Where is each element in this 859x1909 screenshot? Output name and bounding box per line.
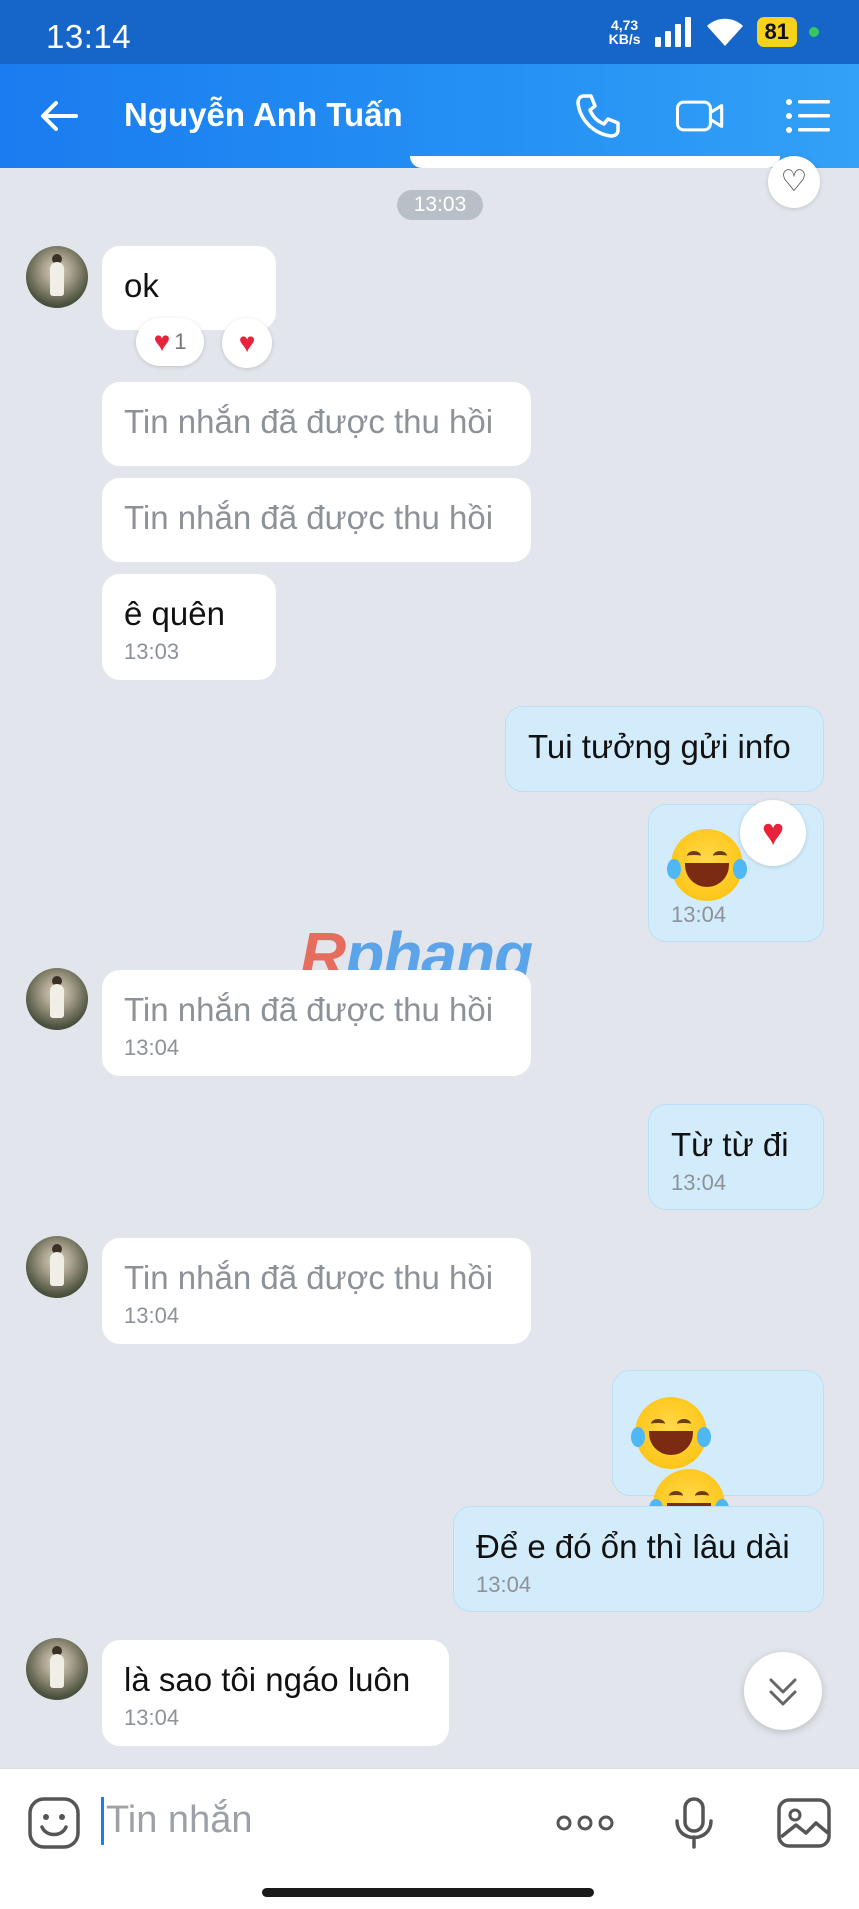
wifi-icon <box>706 18 743 46</box>
avatar[interactable] <box>26 1236 88 1298</box>
mic-icon[interactable] <box>666 1795 722 1851</box>
message-bubble-outgoing[interactable] <box>612 1370 824 1541</box>
revoked-message-text: Tin nhắn đã được thu hồi <box>124 403 494 440</box>
reaction-count: 1 <box>174 329 187 354</box>
menu-list-icon[interactable] <box>782 90 834 142</box>
net-speed-unit: KB/s <box>608 31 641 47</box>
message-bubble-outgoing[interactable]: Tui tưởng gửi info <box>505 706 824 792</box>
message-bubble[interactable]: là sao tôi ngáo luôn 13:04 <box>102 1640 449 1746</box>
message-time: 13:04 <box>671 902 727 927</box>
revoked-message-text: Tin nhắn đã được thu hồi <box>124 499 494 536</box>
home-indicator[interactable] <box>262 1888 594 1897</box>
message-input[interactable]: Tin nhắn <box>106 1799 252 1842</box>
message-bubble[interactable]: Tin nhắn đã được thu hồi 13:04 <box>102 970 531 1076</box>
revoked-message-text: Tin nhắn đã được thu hồi <box>124 1259 494 1296</box>
message-time: 13:04 <box>124 1035 180 1060</box>
signal-icon <box>654 17 691 47</box>
back-arrow-icon[interactable] <box>36 92 84 140</box>
emoji-icon[interactable] <box>26 1795 82 1851</box>
heart-icon: ♥ <box>153 326 171 357</box>
message-bubble[interactable]: Tin nhắn đã được thu hồi <box>102 382 531 466</box>
message-text: Để e đó ổn thì lâu dài <box>476 1528 790 1565</box>
message-text: ok <box>124 267 159 304</box>
message-text: Từ từ đi <box>671 1126 789 1163</box>
avatar[interactable] <box>26 1638 88 1700</box>
message-time: 13:04 <box>671 1170 727 1195</box>
message-text: Tui tưởng gửi info <box>528 728 791 765</box>
image-icon[interactable] <box>776 1795 832 1851</box>
message-time: 13:04 <box>124 1303 180 1328</box>
message-time: 13:04 <box>476 1572 532 1597</box>
heart-icon: ♥ <box>238 327 256 358</box>
phone-icon[interactable] <box>572 90 624 142</box>
avatar[interactable] <box>26 968 88 1030</box>
message-bubble-outgoing[interactable]: Để e đó ổn thì lâu dài 13:04 <box>453 1506 824 1612</box>
reaction-summary[interactable]: ♥ 1 <box>136 318 204 366</box>
net-speed-value: 4,73 <box>610 17 639 33</box>
chat-header: Nguyễn Anh Tuấn <box>0 64 859 168</box>
message-time: 13:04 <box>124 1705 180 1730</box>
scroll-to-bottom-button[interactable] <box>744 1652 822 1730</box>
privacy-dot <box>809 27 819 37</box>
laughing-tears-emoji <box>667 829 747 901</box>
heart-react-button[interactable]: ♥ <box>222 318 272 368</box>
avatar[interactable] <box>26 246 88 308</box>
partial-message-bottom <box>410 156 780 168</box>
status-bar: 13:14 4,73 KB/s 81 <box>0 0 859 64</box>
message-bubble[interactable]: Tin nhắn đã được thu hồi <box>102 478 531 562</box>
contact-name[interactable]: Nguyễn Anh Tuấn <box>124 96 403 134</box>
battery-indicator: 81 <box>756 17 797 47</box>
heart-reaction-badge[interactable]: ♥ <box>740 800 806 866</box>
heart-outline-icon: ♡ <box>780 165 808 198</box>
time-divider: 13:03 <box>397 190 483 220</box>
message-time: 13:03 <box>124 639 180 664</box>
more-icon[interactable] <box>554 1795 616 1851</box>
text-cursor <box>101 1797 104 1845</box>
chevron-double-down-icon <box>769 1678 797 1706</box>
heart-icon: ♥ <box>761 812 785 854</box>
video-call-icon[interactable] <box>674 90 726 142</box>
status-time: 13:14 <box>46 18 132 55</box>
revoked-message-text: Tin nhắn đã được thu hồi <box>124 991 494 1028</box>
net-speed: 4,73 KB/s <box>609 18 641 46</box>
message-text: là sao tôi ngáo luôn <box>124 1661 411 1698</box>
laughing-tears-emoji <box>631 1397 711 1469</box>
message-bubble[interactable]: ê quên 13:03 <box>102 574 276 680</box>
message-bubble-outgoing[interactable]: Từ từ đi 13:04 <box>648 1104 824 1210</box>
heart-react-button[interactable]: ♡ <box>768 156 820 208</box>
status-icons: 4,73 KB/s 81 <box>609 14 819 50</box>
message-text: ê quên <box>124 595 225 632</box>
message-bubble[interactable]: Tin nhắn đã được thu hồi 13:04 <box>102 1238 531 1344</box>
